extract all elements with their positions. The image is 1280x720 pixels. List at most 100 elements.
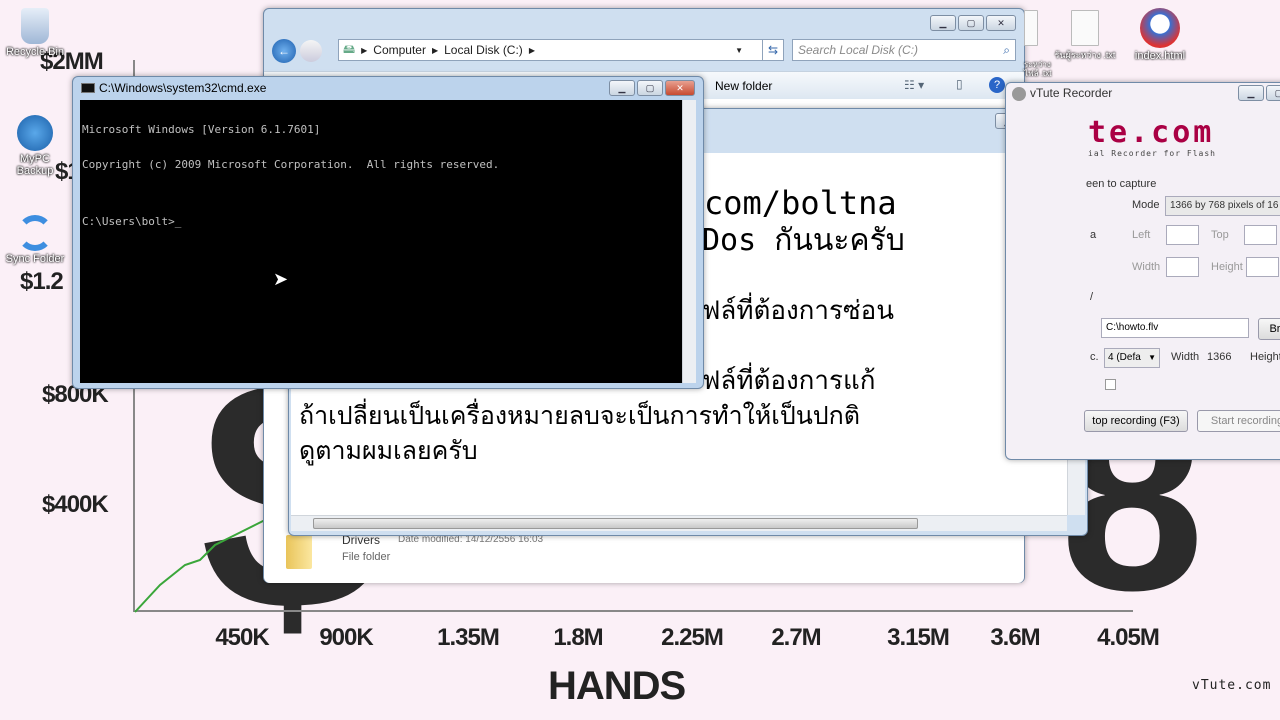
desktop-icon-text-file[interactable]: รันผู้ระหว่าง .txt <box>1052 10 1118 62</box>
text-file-icon <box>1071 10 1099 46</box>
x-label: 3.6M <box>990 624 1040 651</box>
x-axis-title: HANDS <box>548 664 686 708</box>
height-input[interactable] <box>1246 257 1279 277</box>
text-line: ดูตามผมเลยครับ <box>299 436 478 465</box>
left-input[interactable] <box>1166 225 1199 245</box>
console-output[interactable]: Microsoft Windows [Version 6.1.7601] Cop… <box>80 100 682 383</box>
cmd-window[interactable]: C:\Windows\system32\cmd.exe ▁ ▢ ✕ Microsof… <box>72 76 704 389</box>
start-recording-button[interactable]: Start recording <box>1197 410 1280 432</box>
console-line: Microsoft Windows [Version 6.1.7601] <box>82 123 321 136</box>
back-button[interactable]: ← <box>272 39 296 63</box>
address-bar[interactable]: 🖴 ▶ Computer ▶ Local Disk (C:) ▶ ▼ <box>338 39 768 61</box>
vtute-logo: te.com <box>1088 115 1215 150</box>
search-input[interactable]: Search Local Disk (C:) ⌕ <box>792 39 1016 61</box>
area-label: a <box>1090 229 1097 241</box>
out-width-value[interactable]: 1366 <box>1207 351 1231 363</box>
desktop-icon-sync-folder[interactable]: Sync Folder <box>0 215 75 265</box>
search-placeholder: Search Local Disk (C:) <box>798 43 919 57</box>
new-folder-button[interactable]: New folder <box>715 79 772 93</box>
out-width-label: Width <box>1171 351 1200 363</box>
option-checkbox[interactable] <box>1105 379 1116 390</box>
watermark: vTute.com <box>1192 678 1272 693</box>
vtute-tagline: ial Recorder for Flash <box>1088 149 1216 158</box>
forward-button[interactable] <box>300 40 322 62</box>
help-icon[interactable]: ? <box>989 77 1005 93</box>
mode-select[interactable]: 1366 by 768 pixels of 16 b <box>1165 196 1280 216</box>
text-line: ฟล์ที่ต้องการแก้ <box>702 366 876 396</box>
y-label: $400K <box>42 491 109 518</box>
vertical-scrollbar[interactable] <box>682 100 696 383</box>
x-label: 450K <box>215 624 269 651</box>
top-input[interactable] <box>1244 225 1277 245</box>
preview-pane-icon[interactable]: ▯ <box>956 77 963 91</box>
explorer-window-controls: ▁ ▢ ✕ <box>930 15 1016 31</box>
recycle-bin-icon <box>21 8 49 44</box>
file-item-drivers[interactable]: Drivers Date modified: 14/12/2556 16:03 … <box>286 531 786 571</box>
chevron-right-icon: ▶ <box>361 45 368 55</box>
window-title: vTute Recorder <box>1030 86 1113 100</box>
chevron-down-icon: ▼ <box>1148 353 1156 362</box>
desktop-icon-text-file-partial[interactable]: ระหว่างไฟล์ .txt <box>1024 10 1054 78</box>
browse-button[interactable]: Bro <box>1258 318 1280 340</box>
icon-label: Recycle Bin <box>5 46 65 58</box>
close-button[interactable]: ✕ <box>986 15 1016 31</box>
maximize-button[interactable]: ▢ <box>1266 85 1280 101</box>
icon-label: MyPC Backup <box>16 153 54 177</box>
text-line: Dos กันนะครับ <box>702 223 905 258</box>
vtute-app-icon <box>1012 87 1026 101</box>
height-label: Height <box>1211 261 1243 273</box>
text-file-icon <box>1024 10 1038 46</box>
output-section-label: / <box>1090 291 1094 303</box>
file-type: File folder <box>342 551 391 563</box>
file-path-input[interactable]: C:\howto.flv <box>1101 318 1249 338</box>
chevron-right-icon: ▶ <box>431 45 439 55</box>
out-height-label: Height <box>1250 351 1280 363</box>
desktop-icon-mypc-backup[interactable]: MyPC Backup <box>0 115 75 177</box>
fps-select[interactable]: 4 (Defa ▼ <box>1104 348 1160 368</box>
view-options-icon[interactable]: ☷ ▾ <box>904 78 924 92</box>
text-line: ฟล์ที่ต้องการซ่อน <box>702 296 895 326</box>
text-line: ถ้าเปลี่ยนเป็นเครื่องหมายลบจะเป็นการทำให… <box>299 401 861 430</box>
mouse-cursor-icon: ➤ <box>273 269 289 289</box>
cloud-backup-icon <box>17 115 53 151</box>
desktop-icon-recycle-bin[interactable]: Recycle Bin <box>0 8 75 58</box>
x-label: 4.05M <box>1097 624 1160 651</box>
desktop-icon-index-html[interactable]: index.html <box>1120 8 1200 62</box>
cmd-window-controls: ▁ ▢ ✕ <box>609 80 695 96</box>
x-label: 3.15M <box>887 624 950 651</box>
text-line: com/boltna <box>704 184 897 222</box>
maximize-button[interactable]: ▢ <box>958 15 984 31</box>
top-label: Top <box>1211 229 1229 241</box>
html-file-icon <box>1140 8 1180 48</box>
search-icon: ⌕ <box>1003 43 1010 57</box>
window-title: C:\Windows\system32\cmd.exe <box>99 81 267 95</box>
x-label: 900K <box>319 624 373 651</box>
mode-label: Mode <box>1132 199 1160 211</box>
icon-label: Sync Folder <box>5 253 65 265</box>
scrollbar-thumb[interactable] <box>313 518 918 529</box>
icon-label: ระหว่างไฟล์ .txt <box>1024 60 1052 78</box>
width-input[interactable] <box>1166 257 1199 277</box>
fps-value: 4 (Defa <box>1108 352 1141 363</box>
vtute-recorder-window[interactable]: vTute Recorder ▁ ▢ te.com ial Recorder fo… <box>1005 82 1280 460</box>
breadcrumb-local-disk[interactable]: Local Disk (C:) <box>444 43 523 57</box>
wallpaper-series-line <box>134 514 276 613</box>
maximize-button[interactable]: ▢ <box>637 80 663 96</box>
chevron-right-icon: ▶ <box>528 45 535 55</box>
x-label: 1.35M <box>437 624 500 651</box>
breadcrumb-computer[interactable]: Computer <box>373 43 426 57</box>
y-label: $1.2 <box>20 268 64 295</box>
cmd-icon <box>81 83 95 93</box>
minimize-button[interactable]: ▁ <box>609 80 635 96</box>
stop-recording-button[interactable]: top recording (F3) <box>1084 410 1188 432</box>
minimize-button[interactable]: ▁ <box>1238 85 1264 101</box>
refresh-button[interactable]: ⇆ <box>762 39 784 61</box>
horizontal-scrollbar[interactable] <box>291 515 1067 531</box>
minimize-button[interactable]: ▁ <box>930 15 956 31</box>
vtute-window-controls: ▁ ▢ <box>1238 85 1280 101</box>
folder-icon <box>286 535 312 569</box>
left-label: Left <box>1132 229 1151 241</box>
close-button[interactable]: ✕ <box>665 80 695 96</box>
x-label: 2.7M <box>771 624 821 651</box>
capture-section-label: een to capture <box>1086 178 1157 190</box>
